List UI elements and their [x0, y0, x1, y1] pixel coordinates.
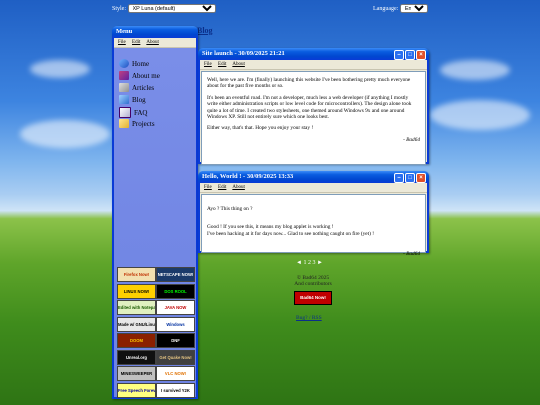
button-badge[interactable]: DOS ROOL: [156, 283, 195, 299]
help-icon: [119, 107, 131, 118]
menubar-edit[interactable]: Edit: [218, 185, 226, 190]
close-button[interactable]: ×: [416, 172, 426, 183]
menubar-about[interactable]: About: [146, 40, 159, 45]
post-signature: - Bad64: [403, 251, 420, 258]
language-label: Language:: [373, 6, 399, 12]
maximize-button[interactable]: □: [405, 49, 415, 60]
minimize-button[interactable]: –: [394, 49, 404, 60]
button-badge[interactable]: Edited with Notepad++: [117, 300, 156, 315]
button-badge[interactable]: JAVA NOW: [156, 300, 195, 315]
menubar-about[interactable]: About: [232, 185, 245, 190]
post-menubar: File Edit About: [200, 183, 427, 193]
footer-contributors: And contributors: [294, 281, 332, 287]
menu-window-title: Menu: [116, 28, 133, 35]
blog-icon: [119, 95, 129, 104]
nav-item-articles[interactable]: Articles: [119, 83, 154, 92]
button-badge[interactable]: LINUX NOW!: [117, 283, 156, 299]
minimize-button[interactable]: –: [394, 172, 404, 183]
home-icon: [119, 59, 129, 68]
post-content: Well, here we are. I'm (finally) launchi…: [201, 71, 426, 165]
nav-item-label: Articles: [132, 83, 155, 92]
post-paragraph: Ayo ? This thing on ?: [207, 206, 253, 213]
post-menubar: File Edit About: [200, 60, 427, 70]
nav-item-home[interactable]: Home: [119, 59, 149, 68]
nav-item-label: FAQ: [134, 108, 148, 117]
menubar-file[interactable]: File: [204, 62, 212, 67]
menubar-edit[interactable]: Edit: [218, 62, 226, 67]
nav-item-label: Projects: [132, 119, 155, 128]
button-badge[interactable]: VLC NOW!: [156, 366, 195, 381]
button-badge[interactable]: Get Quake Now!: [156, 349, 195, 365]
post-title: Site launch - 30/09/2025 21:21: [202, 50, 285, 57]
folder-icon: [119, 119, 129, 128]
button-badge[interactable]: Made w/ GNU/Linux: [117, 316, 156, 332]
page-title[interactable]: Blog: [197, 26, 213, 35]
language-select[interactable]: English: [399, 4, 428, 13]
button-badge[interactable]: NETSCAPE NOW!: [156, 267, 195, 282]
menubar-edit[interactable]: Edit: [132, 40, 140, 45]
close-button[interactable]: ×: [416, 49, 426, 60]
post-titlebar[interactable]: Site launch - 30/09/2025 21:21 – □ ×: [198, 48, 429, 60]
footer-badge[interactable]: Bad64 Now!: [294, 291, 332, 305]
nav-item-about-me[interactable]: About me: [119, 71, 160, 80]
footer-credits: © Bad64 2025 And contributors Bad64 Now!: [294, 275, 332, 305]
sky-cloud: [30, 60, 90, 78]
post-content: Ayo ? This thing on ? Good ! If you see …: [201, 194, 426, 257]
menubar-file[interactable]: File: [118, 40, 126, 45]
pagination[interactable]: ◄ 1 2 3 ►: [296, 260, 323, 266]
document-icon: [119, 83, 129, 92]
post-window: Hello, World ! - 30/09/2025 13:33 – □ × …: [198, 171, 429, 257]
post-title: Hello, World ! - 30/09/2025 13:33: [202, 173, 294, 180]
footer-link[interactable]: Bug? / RSS: [296, 315, 322, 321]
style-label: Style:: [112, 6, 127, 12]
nav-item-faq[interactable]: FAQ: [119, 107, 147, 118]
button-badge[interactable]: MINESWEEPER: [117, 366, 156, 381]
book-icon: [119, 71, 129, 80]
button-badge[interactable]: Free Speech Forever!: [117, 382, 156, 398]
menubar-file[interactable]: File: [204, 185, 212, 190]
post-paragraph: Well, here we are. I'm (finally) launchi…: [207, 77, 411, 90]
post-paragraph: Either way, that's that. Hope you enjoy …: [207, 125, 314, 132]
sky-cloud: [20, 120, 110, 148]
nav-item-label: About me: [132, 71, 160, 80]
button-badge[interactable]: I survived Y2K: [156, 382, 195, 398]
button-badge[interactable]: Firefox Now!: [117, 267, 156, 282]
post-paragraph: It's been an eventful road. I'm not a de…: [207, 94, 412, 121]
button-badge[interactable]: DOOM: [117, 333, 156, 348]
menu-window: Menu File Edit About Home About me Artic…: [112, 26, 198, 399]
post-signature: - Bad64: [403, 136, 420, 143]
maximize-button[interactable]: □: [405, 172, 415, 183]
sky-cloud: [440, 60, 510, 80]
language-selector: Language: English: [373, 4, 428, 13]
nav-item-blog[interactable]: Blog: [119, 95, 146, 104]
button-badge[interactable]: Windows: [156, 316, 195, 332]
post-window: Site launch - 30/09/2025 21:21 – □ × Fil…: [198, 48, 429, 165]
post-titlebar[interactable]: Hello, World ! - 30/09/2025 13:33 – □ ×: [198, 171, 429, 183]
sky-cloud: [430, 100, 530, 130]
menu-body: Home About me Articles Blog FAQ Projects…: [114, 48, 196, 398]
menubar-about[interactable]: About: [232, 62, 245, 67]
style-selector: Style: XP Luna (default): [112, 4, 216, 13]
style-select[interactable]: XP Luna (default): [127, 4, 216, 13]
top-bar: Style: XP Luna (default) Language: Engli…: [0, 4, 540, 16]
nav-item-projects[interactable]: Projects: [119, 119, 155, 128]
nav-item-label: Blog: [132, 95, 146, 104]
menu-window-menubar: File Edit About: [114, 38, 196, 48]
post-paragraph: Good ! If you see this, it means my blog…: [207, 224, 374, 237]
button-badge[interactable]: DNF: [156, 333, 195, 348]
button-badge[interactable]: Unreal.org: [117, 349, 156, 365]
menu-window-titlebar[interactable]: Menu: [112, 26, 198, 38]
nav-item-label: Home: [132, 59, 150, 68]
